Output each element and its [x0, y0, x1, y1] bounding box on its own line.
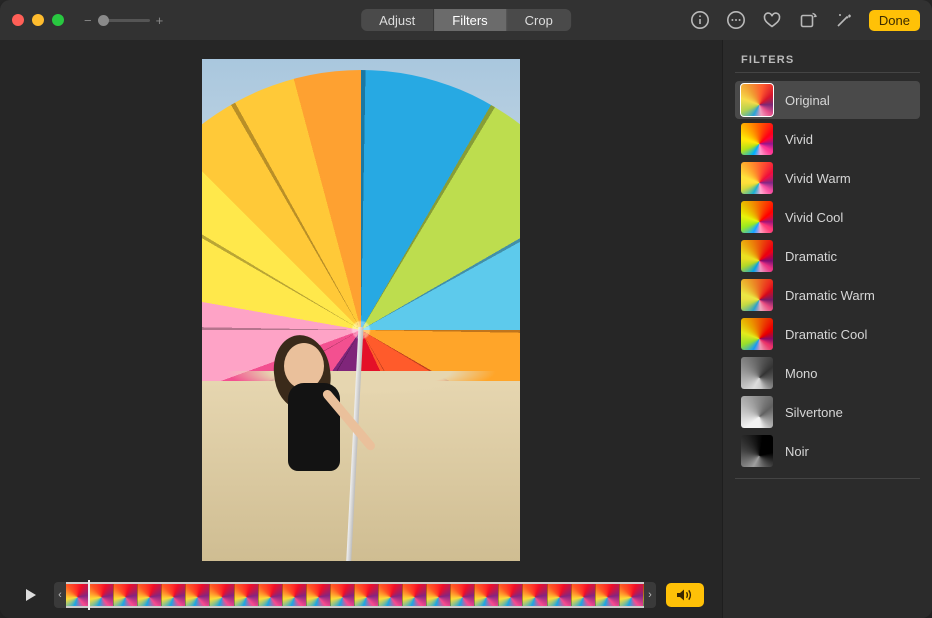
- filter-label: Mono: [785, 366, 818, 381]
- filmstrip-thumb[interactable]: [235, 584, 259, 606]
- filmstrip-thumb[interactable]: [451, 584, 475, 606]
- filter-label: Original: [785, 93, 830, 108]
- filter-label: Dramatic: [785, 249, 837, 264]
- tab-filters[interactable]: Filters: [434, 9, 506, 31]
- photo-viewport: [0, 40, 722, 574]
- filmstrip-thumb[interactable]: [138, 584, 162, 606]
- audio-toggle[interactable]: [666, 583, 704, 607]
- filmstrip-thumb[interactable]: [66, 584, 90, 606]
- filter-thumbnail: [741, 84, 773, 116]
- info-icon[interactable]: [689, 9, 711, 31]
- filmstrip-thumb[interactable]: [355, 584, 379, 606]
- filmstrip-thumb[interactable]: [499, 584, 523, 606]
- photos-edit-window: − + Adjust Filters Crop: [0, 0, 932, 618]
- filter-item-dramatic-cool[interactable]: Dramatic Cool: [735, 315, 920, 353]
- filmstrip-thumb[interactable]: [379, 584, 403, 606]
- filter-item-vivid-cool[interactable]: Vivid Cool: [735, 198, 920, 236]
- filmstrip[interactable]: [66, 582, 644, 608]
- filter-item-noir[interactable]: Noir: [735, 432, 920, 470]
- filter-label: Dramatic Cool: [785, 327, 867, 342]
- filter-thumbnail: [741, 240, 773, 272]
- close-button[interactable]: [12, 14, 24, 26]
- filmstrip-thumb[interactable]: [403, 584, 427, 606]
- filter-label: Silvertone: [785, 405, 843, 420]
- minimize-button[interactable]: [32, 14, 44, 26]
- filter-label: Vivid Cool: [785, 210, 843, 225]
- filmstrip-thumb[interactable]: [259, 584, 283, 606]
- favorite-icon[interactable]: [761, 9, 783, 31]
- filmstrip-thumb[interactable]: [596, 584, 620, 606]
- filter-item-silvertone[interactable]: Silvertone: [735, 393, 920, 431]
- filter-thumbnail: [741, 357, 773, 389]
- filmstrip-thumb[interactable]: [307, 584, 331, 606]
- filmstrip-thumb[interactable]: [475, 584, 499, 606]
- filter-thumbnail: [741, 435, 773, 467]
- timeline-row: ‹ ›: [0, 574, 722, 618]
- filter-item-vivid-warm[interactable]: Vivid Warm: [735, 159, 920, 197]
- filter-thumbnail: [741, 318, 773, 350]
- edit-mode-tabs: Adjust Filters Crop: [361, 9, 571, 31]
- divider: [735, 478, 920, 479]
- filter-label: Vivid Warm: [785, 171, 851, 186]
- auto-enhance-icon[interactable]: [833, 9, 855, 31]
- trim-handle-right[interactable]: ›: [644, 582, 656, 608]
- filter-thumbnail: [741, 201, 773, 233]
- filmstrip-thumb[interactable]: [210, 584, 234, 606]
- zoom-in-icon: +: [156, 14, 164, 27]
- done-button[interactable]: Done: [869, 10, 920, 31]
- filter-label: Vivid: [785, 132, 813, 147]
- photo-preview[interactable]: [202, 59, 520, 561]
- filter-item-dramatic-warm[interactable]: Dramatic Warm: [735, 276, 920, 314]
- zoom-knob[interactable]: [98, 15, 109, 26]
- playhead[interactable]: [88, 580, 90, 610]
- editor-body: ‹ › FILTERS OriginalVividVivid WarmViv: [0, 40, 932, 618]
- video-timeline[interactable]: ‹ ›: [54, 582, 656, 608]
- filter-thumbnail: [741, 279, 773, 311]
- more-icon[interactable]: [725, 9, 747, 31]
- filter-item-mono[interactable]: Mono: [735, 354, 920, 392]
- canvas-area: ‹ ›: [0, 40, 722, 618]
- filter-label: Dramatic Warm: [785, 288, 875, 303]
- tab-crop[interactable]: Crop: [507, 9, 571, 31]
- fullscreen-button[interactable]: [52, 14, 64, 26]
- play-button[interactable]: [18, 584, 44, 606]
- filter-item-vivid[interactable]: Vivid: [735, 120, 920, 158]
- filter-thumbnail: [741, 162, 773, 194]
- filter-item-dramatic[interactable]: Dramatic: [735, 237, 920, 275]
- traffic-lights: [12, 14, 64, 26]
- filter-item-original[interactable]: Original: [735, 81, 920, 119]
- filters-sidebar: FILTERS Original Vivid Vivid Warm Vivid Coo…: [722, 40, 932, 618]
- filmstrip-thumb[interactable]: [90, 584, 114, 606]
- filmstrip-thumb[interactable]: [572, 584, 596, 606]
- divider: [735, 72, 920, 73]
- zoom-out-icon: −: [84, 14, 92, 27]
- zoom-slider[interactable]: − +: [84, 14, 163, 27]
- filmstrip-thumb[interactable]: [186, 584, 210, 606]
- sidebar-title: FILTERS: [741, 54, 920, 66]
- filmstrip-thumb[interactable]: [523, 584, 547, 606]
- filmstrip-thumb[interactable]: [283, 584, 307, 606]
- filmstrip-thumb[interactable]: [427, 584, 451, 606]
- filmstrip-thumb[interactable]: [620, 584, 644, 606]
- tab-adjust[interactable]: Adjust: [361, 9, 434, 31]
- trim-handle-left[interactable]: ‹: [54, 582, 66, 608]
- filter-list: Original Vivid Vivid Warm Vivid Cool Dramati…: [735, 81, 920, 470]
- filmstrip-thumb[interactable]: [331, 584, 355, 606]
- filter-label: Noir: [785, 444, 809, 459]
- titlebar: − + Adjust Filters Crop: [0, 0, 932, 40]
- filmstrip-thumb[interactable]: [114, 584, 138, 606]
- zoom-track[interactable]: [98, 19, 150, 22]
- filmstrip-thumb[interactable]: [548, 584, 572, 606]
- rotate-icon[interactable]: [797, 9, 819, 31]
- toolbar-right: Done: [689, 9, 920, 31]
- filter-thumbnail: [741, 396, 773, 428]
- filmstrip-thumb[interactable]: [162, 584, 186, 606]
- filter-thumbnail: [741, 123, 773, 155]
